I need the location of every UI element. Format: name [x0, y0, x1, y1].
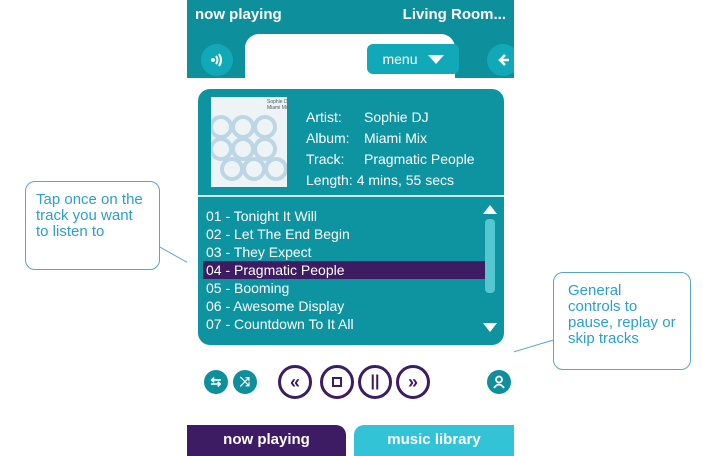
divider — [198, 195, 504, 197]
title-bar: now playing Living Room... — [187, 0, 514, 30]
screen-title: now playing — [195, 6, 282, 23]
stop-icon — [332, 377, 342, 387]
tab-now-playing[interactable]: now playing — [187, 425, 346, 456]
track-list: 01 - Tonight It Will 02 - Let The End Be… — [203, 207, 495, 333]
now-playing-panel: Sophie DJ Miami Mix Artist:Sophie DJ Alb… — [198, 89, 504, 345]
album-value: Miami Mix — [364, 130, 427, 146]
scroll-down-icon[interactable] — [483, 323, 497, 332]
menu-label: menu — [382, 51, 418, 67]
album-art-label: Sophie DJ Miami Mix — [267, 99, 287, 111]
callout-general-controls: General controls to pause, replay or ski… — [553, 272, 691, 370]
list-item[interactable]: 06 - Awesome Display — [203, 297, 495, 315]
menu-button[interactable]: menu — [367, 44, 459, 74]
chevron-down-icon — [427, 54, 444, 64]
back-arrow-icon[interactable] — [487, 44, 514, 76]
album-art: Sophie DJ Miami Mix — [211, 97, 287, 187]
list-item[interactable]: 05 - Booming — [203, 279, 495, 297]
scroll-up-icon[interactable] — [483, 205, 497, 214]
rewind-button[interactable]: « — [278, 365, 312, 399]
fast-forward-button[interactable]: » — [396, 365, 430, 399]
track-row: Track: Pragmatic People — [306, 151, 475, 167]
device-screen: now playing Living Room... menu Sophie D… — [187, 0, 514, 456]
list-item[interactable]: 03 - They Expect — [203, 243, 495, 261]
list-item[interactable]: 07 - Countdown To It All — [203, 315, 495, 333]
list-item[interactable]: 02 - Let The End Begin — [203, 225, 495, 243]
rewind-icon: « — [289, 371, 300, 392]
stop-button[interactable] — [320, 365, 354, 399]
speaker-icon[interactable] — [201, 44, 233, 76]
artist-row: Artist: Sophie DJ — [306, 109, 429, 125]
repeat-icon[interactable]: ⇆ — [204, 370, 228, 394]
track-metadata: Artist: Sophie DJ Album: Miami Mix Track: P… — [306, 107, 475, 191]
shuffle-icon[interactable]: ⤨ — [233, 370, 257, 394]
location-label[interactable]: Living Room... — [403, 6, 506, 23]
pause-button[interactable]: || — [358, 365, 392, 399]
scrollbar-thumb[interactable] — [485, 219, 495, 293]
track-value: Pragmatic People — [364, 151, 475, 167]
pause-icon: || — [370, 373, 380, 390]
user-icon[interactable] — [487, 370, 511, 394]
fast-forward-icon: » — [407, 371, 418, 392]
album-row: Album: Miami Mix — [306, 130, 427, 146]
artist-value: Sophie DJ — [364, 109, 429, 125]
length-value: 4 mins, 55 secs — [356, 172, 454, 188]
list-item-selected[interactable]: 04 - Pragmatic People — [203, 261, 495, 279]
length-row: Length: 4 mins, 55 secs — [306, 172, 454, 188]
tab-music-library[interactable]: music library — [354, 425, 514, 456]
list-item[interactable]: 01 - Tonight It Will — [203, 207, 495, 225]
callout-tap-track: Tap once on the track you want to listen… — [25, 181, 160, 270]
